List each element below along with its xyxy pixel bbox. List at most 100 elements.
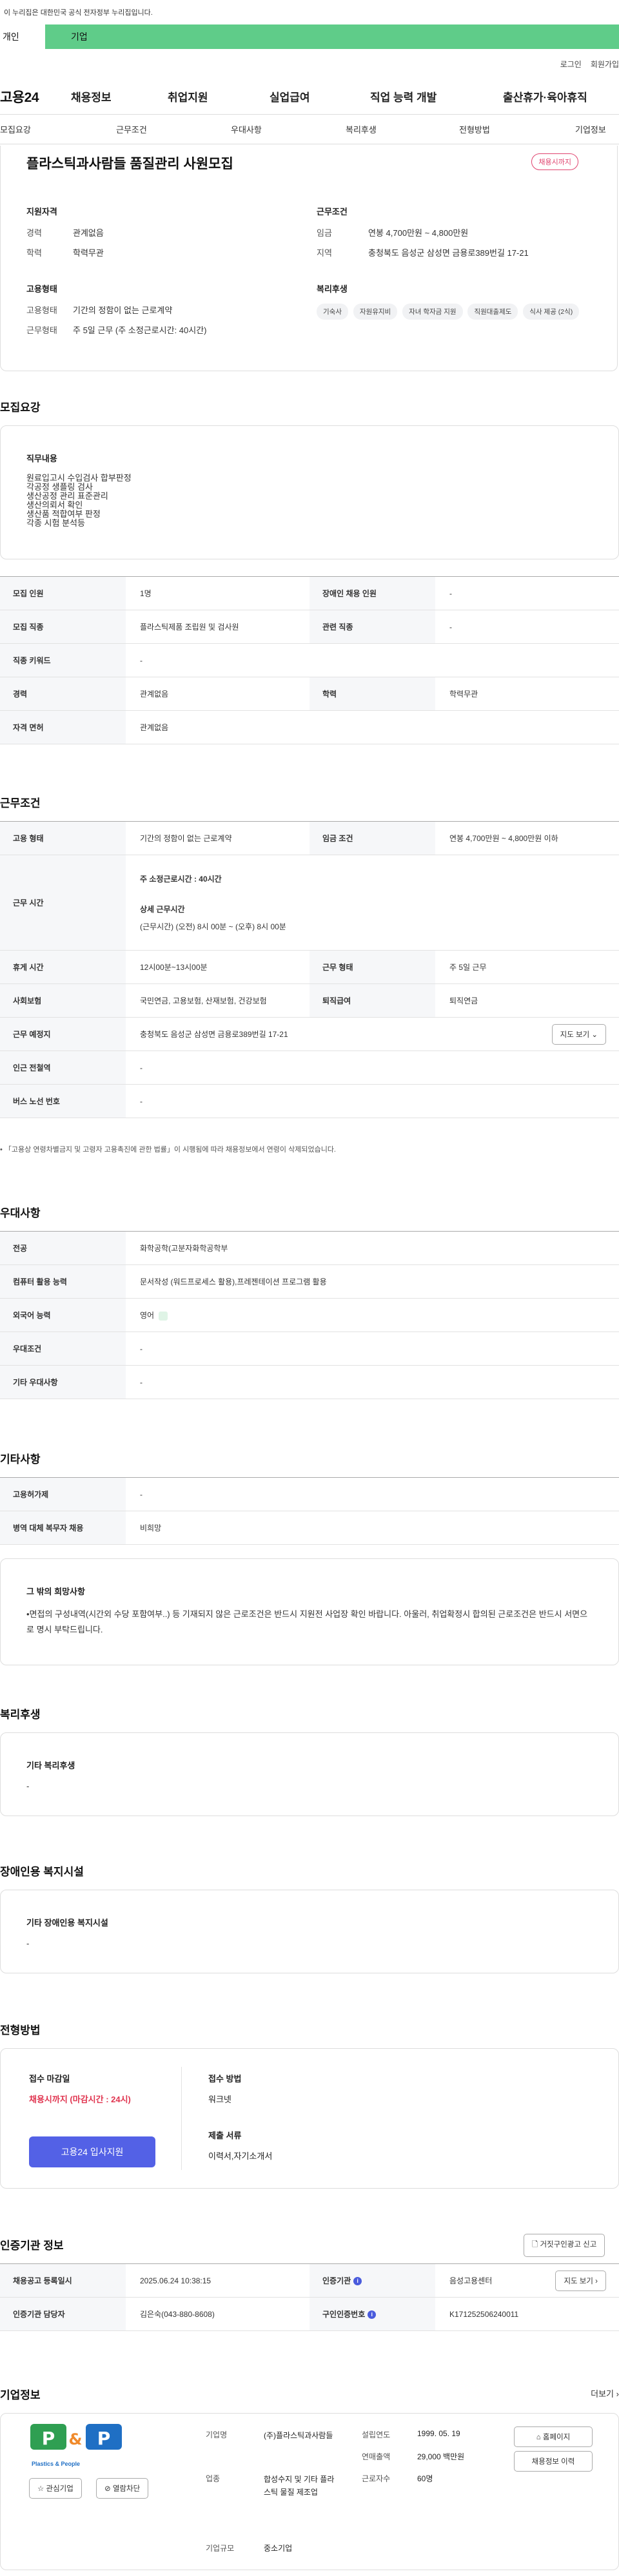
etc-section-title: 기타사항 bbox=[0, 1453, 41, 1466]
table-row: 경력 관계없음 학력 학력무관 bbox=[0, 677, 619, 711]
table-row: 인증기관 담당자 김은숙(043-880-8608) 구인인증번호 i K1712… bbox=[0, 2297, 619, 2331]
summary-qualification: 지원자격 경력 관계없음 학력 학력무관 bbox=[26, 205, 104, 266]
duty-item: 각종 시험 분석등 bbox=[26, 518, 85, 528]
gnb-item-training[interactable]: 직업 능력 개발 bbox=[370, 88, 503, 104]
gnb-item-jobs[interactable]: 채용정보 bbox=[71, 88, 168, 104]
table-cell: - bbox=[126, 1084, 619, 1118]
type-label: 고용형태 bbox=[26, 305, 57, 315]
table-header-cell: 병역 대체 복무자 채용 bbox=[0, 1511, 126, 1545]
welfare-box-heading: 기타 복리후생 bbox=[26, 1761, 75, 1770]
table-cell: - bbox=[126, 1332, 619, 1366]
type-row: 근무형태 주 5일 근무 (주 소정근로시간: 40시간) bbox=[26, 324, 207, 336]
table-header-cell: 인증기관 담당자 bbox=[0, 2297, 126, 2331]
gov-banner-text: 이 누리집은 대한민국 공식 전자정부 누리집입니다. bbox=[4, 9, 153, 17]
table-row: 병역 대체 복무자 채용 비희망 bbox=[0, 1511, 619, 1545]
recruit-section-title: 모집요강 bbox=[0, 402, 41, 414]
extra-heading: 그 밖의 희망사항 bbox=[26, 1587, 85, 1596]
apply-button[interactable]: 고용24 입사지원 bbox=[29, 2136, 155, 2167]
language-value: 영어 bbox=[140, 1311, 155, 1320]
disab-box: 기타 장애인용 복지시설 - bbox=[0, 1890, 619, 1973]
cond-row: 지역 충청북도 음성군 삼성면 금용로389번길 17-21 bbox=[317, 246, 529, 258]
num-label: 구인인증번호 bbox=[322, 2310, 366, 2319]
table-header-cell: 모집 인원 bbox=[0, 576, 126, 610]
type-heading: 고용형태 bbox=[26, 284, 57, 294]
gnb-item-employment-support[interactable]: 취업지원 bbox=[168, 88, 270, 104]
table-cell: 관계없음 bbox=[126, 710, 619, 744]
table-row: 기타 우대사항 - bbox=[0, 1365, 619, 1399]
subnav-selection[interactable]: 전형방법 bbox=[459, 123, 490, 135]
age-note: • 「고용상 연령차별금지 및 고령자 고용촉진에 관한 법률」이 시행됨에 따… bbox=[0, 1146, 336, 1154]
table-header-cell: 학력 bbox=[310, 677, 435, 711]
summary-welfare: 복리후생 기숙사 자원유지비 자녀 학자금 지원 직원대출제도 식사 제공 (2… bbox=[317, 282, 587, 325]
table-cell: 12시00분~13시00분 bbox=[126, 950, 310, 984]
table-cell: - bbox=[126, 1477, 619, 1511]
site-logo[interactable]: 고용24 bbox=[0, 87, 71, 106]
table-header-cell: 퇴직급여 bbox=[310, 983, 435, 1018]
report-button[interactable]: 🗋 거짓구인광고 신고 bbox=[524, 2234, 605, 2257]
table-row: 모집 인원 1명 장애인 채용 인원 - bbox=[0, 576, 619, 610]
table-row: 고용 형태 기간의 정함이 없는 근로계약 임금 조건 연봉 4,700만원 ~… bbox=[0, 821, 619, 855]
gnb-item-parental-leave[interactable]: 출산휴가·육아휴직 bbox=[503, 88, 593, 104]
company-name-label: 기업명 bbox=[206, 2430, 228, 2439]
work-table: 고용 형태 기간의 정함이 없는 근로계약 임금 조건 연봉 4,700만원 ~… bbox=[0, 821, 619, 1118]
deadline-value: 채용시까지 (마감시간 : 24시) bbox=[29, 2095, 131, 2104]
table-row: 외국어 능력 영어 bbox=[0, 1298, 619, 1332]
selection-section-title: 전형방법 bbox=[0, 2024, 41, 2037]
join-link[interactable]: 회원가입 bbox=[591, 59, 619, 70]
agency-map-button[interactable]: 지도 보기 › bbox=[555, 2270, 606, 2291]
login-link[interactable]: 로그인 bbox=[560, 59, 582, 70]
table-header-cell: 모집 직종 bbox=[0, 610, 126, 644]
info-icon[interactable]: i bbox=[353, 2277, 362, 2286]
table-cell: - bbox=[126, 1365, 619, 1399]
table-row: 채용공고 등록일시 2025.06.24 10:38:15 인증기관 i 음성고용… bbox=[0, 2263, 619, 2298]
report-button-label: 거짓구인광고 신고 bbox=[540, 2241, 597, 2249]
duty-item: 생산공정 관리 표준관리 bbox=[26, 491, 108, 501]
duty-item: 생산품 적합여부 판정 bbox=[26, 509, 101, 519]
block-button[interactable]: ⊘ 열람차단 bbox=[96, 2478, 149, 2499]
subnav-recruit[interactable]: 모집요강 bbox=[0, 123, 31, 135]
svg-text:P: P bbox=[42, 2428, 55, 2449]
jobs-history-button[interactable]: 채용정보 이력 bbox=[514, 2451, 593, 2472]
type-label: 근무형태 bbox=[26, 325, 57, 335]
company-box: P & P Plastics & People ☆ 관심기업 ⊘ 열람차단 기업… bbox=[0, 2413, 619, 2570]
agency-label: 인증기관 bbox=[322, 2276, 351, 2285]
subnav-pref[interactable]: 우대사항 bbox=[231, 123, 262, 135]
company-name: (주)플라스틱과사람들 bbox=[264, 2431, 333, 2440]
duty-item: 각공정 생플링 검사 bbox=[26, 482, 93, 492]
company-logo: P & P Plastics & People bbox=[29, 2420, 158, 2469]
industry-label: 업종 bbox=[206, 2474, 221, 2483]
table-cell: 비희망 bbox=[126, 1511, 619, 1545]
info-icon[interactable]: i bbox=[368, 2310, 377, 2319]
docs-value: 이력서,자기소개서 bbox=[208, 2151, 273, 2161]
table-row: 우대조건 - bbox=[0, 1332, 619, 1366]
table-header-cell: 전공 bbox=[0, 1231, 126, 1265]
tab-corp[interactable]: 기업 bbox=[45, 24, 619, 49]
table-header-cell: 채용공고 등록일시 bbox=[0, 2263, 126, 2298]
work-section-title: 근무조건 bbox=[0, 797, 41, 809]
job-title: 플라스틱과사람들 품질관리 사원모집 bbox=[26, 157, 233, 171]
subnav-work[interactable]: 근무조건 bbox=[116, 123, 147, 135]
table-row: 전공 화학공학(고분자화학공학부 bbox=[0, 1231, 619, 1265]
cert-table: 채용공고 등록일시 2025.06.24 10:38:15 인증기관 i 음성고용… bbox=[0, 2263, 619, 2331]
gnb-item-unemployment[interactable]: 실업급여 bbox=[270, 88, 370, 104]
table-header-cell: 컴퓨터 활용 능력 bbox=[0, 1264, 126, 1299]
tab-person[interactable]: 개인 bbox=[0, 24, 45, 49]
favorite-button[interactable]: ☆ 관심기업 bbox=[29, 2478, 82, 2499]
table-header-cell: 고용허가제 bbox=[0, 1477, 126, 1511]
logo-caption: Plastics & People bbox=[32, 2461, 81, 2467]
homepage-button[interactable]: ⌂ 홈페이지 bbox=[514, 2426, 593, 2447]
cond-value: 충청북도 음성군 삼성면 금용로389번길 17-21 bbox=[368, 248, 529, 258]
section-subnav: 모집요강 근무조건 우대사항 복리후생 전형방법 기업정보 bbox=[0, 115, 619, 144]
table-row: 모집 직종 플라스틱제품 조립원 및 검사원 관련 직종 - bbox=[0, 610, 619, 644]
table-header-cell: 인증기관 i bbox=[310, 2263, 435, 2298]
svg-text:&: & bbox=[69, 2430, 83, 2448]
company-more-link[interactable]: 더보기 › bbox=[591, 2387, 619, 2399]
map-button[interactable]: 지도 보기 ⌄ bbox=[551, 1023, 606, 1045]
subnav-company[interactable]: 기업정보 bbox=[575, 123, 606, 135]
age-note-text: 「고용상 연령차별금지 및 고령자 고용촉진에 관한 법률」이 시행됨에 따라 … bbox=[4, 1146, 336, 1154]
table-header-cell: 장애인 채용 인원 bbox=[310, 576, 435, 610]
agency-map-label: 지도 보기 bbox=[564, 2277, 593, 2285]
subnav-welfare[interactable]: 복리후생 bbox=[346, 123, 377, 135]
table-header-cell: 자격 면허 bbox=[0, 710, 126, 744]
duty-item: 원료입고시 수입검사 합부판정 bbox=[26, 473, 132, 483]
